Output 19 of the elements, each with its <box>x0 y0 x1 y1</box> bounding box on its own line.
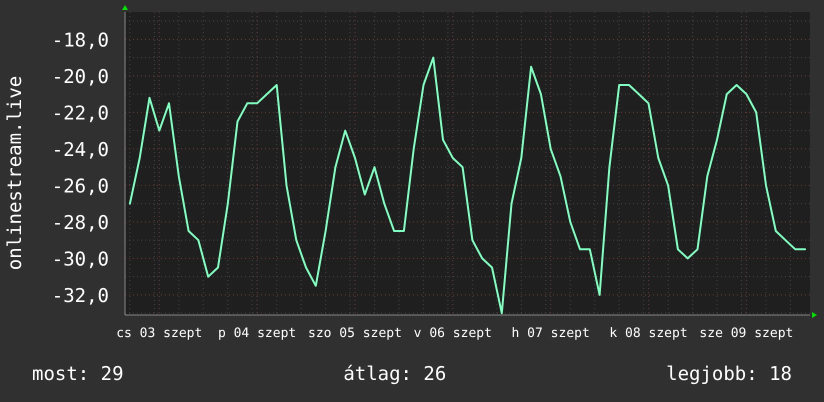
stat-text: most: 29 <box>32 362 124 384</box>
x-tick-label: sze 09 szept <box>699 326 794 341</box>
x-tick-label: v 06 szept <box>414 326 492 341</box>
y-tick-label: -32,0 <box>52 284 109 307</box>
x-tick-label: h 07 szept <box>512 326 590 341</box>
y-tick-label: -26,0 <box>52 175 109 198</box>
stat-text: átlag: 26 <box>343 362 446 384</box>
x-tick-label: szo 05 szept <box>308 326 402 341</box>
y-tick-label: -28,0 <box>52 212 109 234</box>
x-tick-label: k 08 szept <box>609 326 688 341</box>
y-tick-label: -18,0 <box>52 29 109 52</box>
y-tick-label: -20,0 <box>52 66 109 88</box>
y-tick-label: -22,0 <box>52 102 109 124</box>
y-tick-label: -30,0 <box>52 248 109 270</box>
axis-title: onlinestream.live <box>4 75 26 270</box>
y-tick-label: -24,0 <box>52 138 109 161</box>
x-tick-label: p 04 szept <box>218 326 296 341</box>
stat-text: legjobb: 18 <box>666 362 792 384</box>
x-tick-label: cs 03 szept <box>116 326 202 341</box>
